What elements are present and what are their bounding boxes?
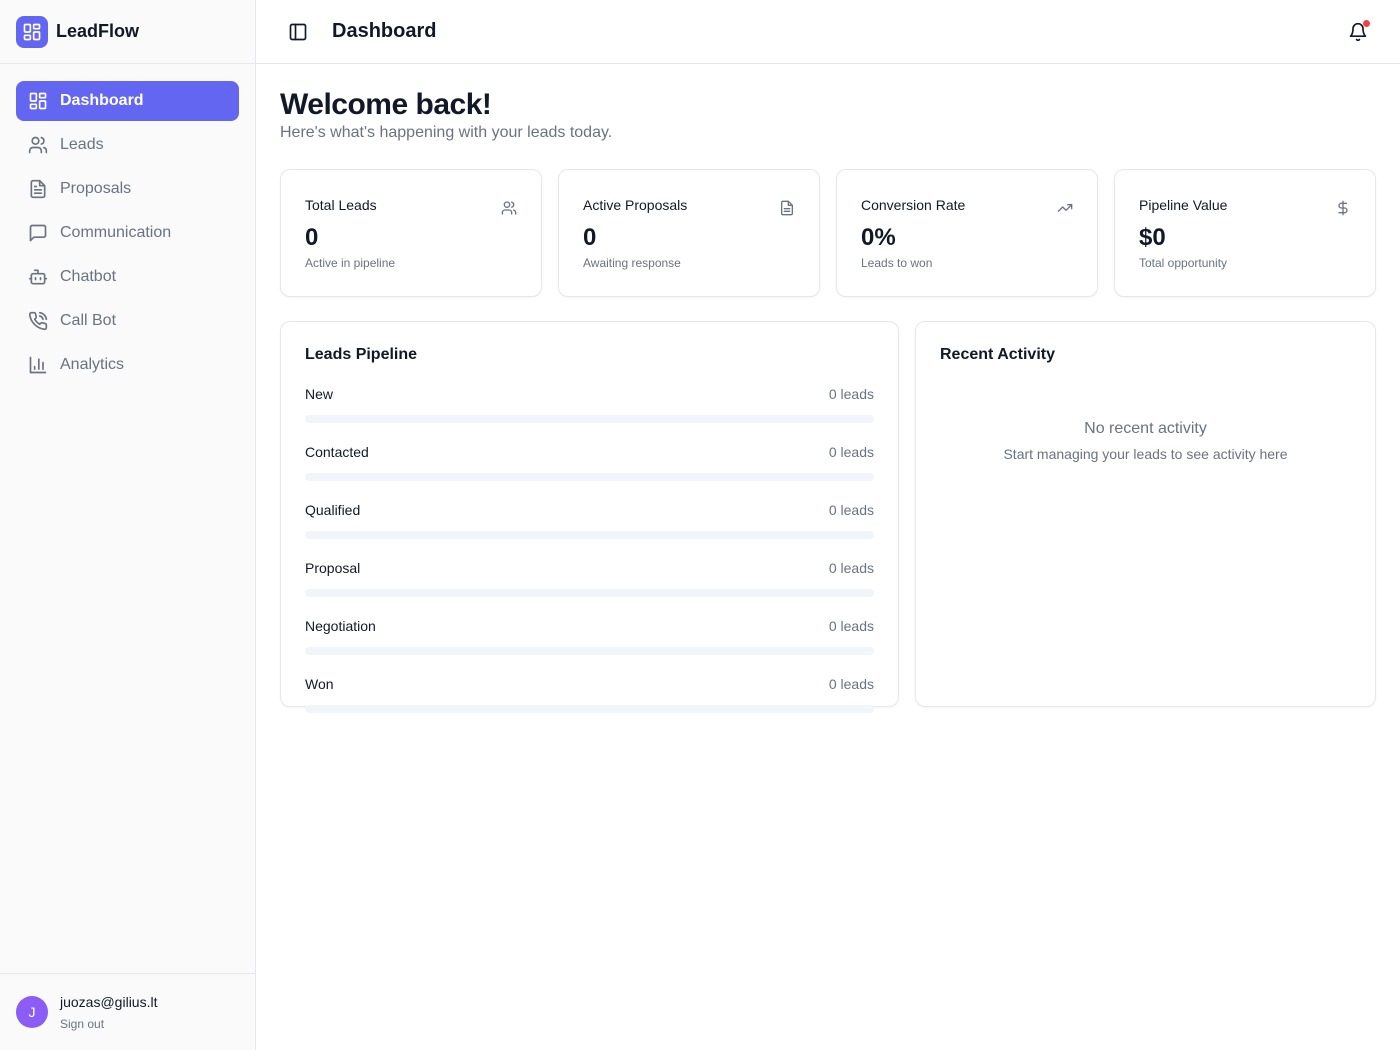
sidebar-item-leads[interactable]: Leads [16, 125, 239, 165]
stage-count: 0 leads [828, 502, 874, 518]
stage-name: Negotiation [305, 618, 376, 634]
stage-progress-track [305, 705, 874, 713]
stat-subtitle: Active in pipeline [305, 256, 396, 270]
pipeline-stage-qualified: Qualified 0 leads [305, 501, 874, 539]
sidebar-item-call-bot[interactable]: Call Bot [16, 301, 239, 341]
stat-card-active-proposals: Active Proposals 0 Awaiting response [558, 169, 820, 297]
bell-icon[interactable] [1348, 20, 1370, 42]
message-square-icon [28, 223, 48, 243]
sidebar-item-dashboard[interactable]: Dashboard [16, 81, 239, 121]
panel-title: Leads Pipeline [305, 346, 418, 363]
sidebar-toggle-icon[interactable] [288, 22, 308, 42]
leads-pipeline-panel: Leads Pipeline New 0 leads Contacted 0 l… [280, 321, 899, 713]
stage-name: New [305, 386, 334, 402]
brand[interactable]: LeadFlow [0, 0, 255, 64]
stat-subtitle: Total opportunity [1139, 256, 1228, 270]
user-info: juozas@gilius.lt Sign out [60, 994, 157, 1031]
sidebar-item-label: Communication [60, 224, 172, 241]
sidebar-item-label: Leads [60, 136, 104, 153]
users-icon [501, 200, 517, 216]
sidebar-item-chatbot[interactable]: Chatbot [16, 257, 239, 297]
panel-title: Recent Activity [940, 346, 1055, 363]
sign-out-link[interactable]: Sign out [60, 1017, 157, 1031]
file-text-icon [28, 179, 48, 199]
stage-count: 0 leads [828, 676, 874, 692]
pipeline-stage-proposal: Proposal 0 leads [305, 559, 874, 597]
main-content: Welcome back! Here's what's happening wi… [280, 64, 1376, 713]
sidebar-item-label: Call Bot [60, 312, 117, 329]
stage-count: 0 leads [828, 444, 874, 460]
stat-title: Total Leads [305, 197, 377, 213]
page-title: Dashboard [332, 20, 437, 42]
sidebar-nav: Dashboard Leads Proposals Communication … [0, 64, 255, 385]
sidebar-item-label: Analytics [60, 356, 125, 373]
user-footer: J juozas@gilius.lt Sign out [0, 973, 255, 1050]
stage-name: Contacted [305, 444, 369, 460]
stage-progress-track [305, 647, 874, 655]
sidebar-item-label: Dashboard [60, 92, 144, 109]
dollar-icon [1335, 200, 1351, 216]
stat-card-total-leads: Total Leads 0 Active in pipeline [280, 169, 542, 297]
top-header: Dashboard [256, 0, 1400, 64]
sidebar: LeadFlow Dashboard Leads Proposals Commu… [0, 0, 256, 1050]
app-name: LeadFlow [56, 21, 140, 41]
stat-title: Conversion Rate [861, 197, 966, 213]
stage-name: Qualified [305, 502, 361, 518]
stage-count: 0 leads [828, 560, 874, 576]
stage-progress-track [305, 473, 874, 481]
sidebar-item-label: Chatbot [60, 268, 117, 285]
stage-name: Proposal [305, 560, 361, 576]
stat-title: Active Proposals [583, 197, 688, 213]
trending-up-icon [1057, 200, 1073, 216]
bar-chart-icon [28, 355, 48, 375]
stage-progress-track [305, 589, 874, 597]
file-text-icon [779, 200, 795, 216]
users-icon [28, 135, 48, 155]
lower-panels: Leads Pipeline New 0 leads Contacted 0 l… [280, 321, 1376, 713]
stat-value: 0% [861, 224, 896, 251]
stat-card-pipeline-value: Pipeline Value $0 Total opportunity [1114, 169, 1376, 297]
stage-progress-track [305, 531, 874, 539]
phone-call-icon [28, 311, 48, 331]
avatar[interactable]: J [16, 996, 48, 1028]
stat-value: 0 [305, 224, 319, 251]
welcome-subtitle: Here's what's happening with your leads … [280, 124, 613, 141]
sidebar-item-label: Proposals [60, 180, 132, 197]
stats-row: Total Leads 0 Active in pipeline Active … [280, 169, 1376, 297]
stat-subtitle: Awaiting response [583, 256, 681, 270]
welcome-heading: Welcome back! [280, 88, 492, 121]
empty-state-subtitle: Start managing your leads to see activit… [1003, 446, 1288, 462]
stat-card-conversion-rate: Conversion Rate 0% Leads to won [836, 169, 1098, 297]
empty-state-title: No recent activity [1084, 420, 1207, 437]
sidebar-item-proposals[interactable]: Proposals [16, 169, 239, 209]
stat-title: Pipeline Value [1139, 197, 1228, 213]
stage-count: 0 leads [828, 618, 874, 634]
pipeline-stage-won: Won 0 leads [305, 675, 874, 713]
recent-activity-panel: Recent Activity No recent activity Start… [915, 321, 1376, 707]
pipeline-stages: New 0 leads Contacted 0 leads Qualified [305, 385, 874, 713]
pipeline-stage-new: New 0 leads [305, 385, 874, 423]
stage-count: 0 leads [828, 386, 874, 402]
stat-value: 0 [583, 224, 597, 251]
pipeline-stage-negotiation: Negotiation 0 leads [305, 617, 874, 655]
sidebar-item-analytics[interactable]: Analytics [16, 345, 239, 385]
stage-progress-track [305, 415, 874, 423]
bot-icon [28, 267, 48, 287]
stat-subtitle: Leads to won [861, 256, 933, 270]
sidebar-item-communication[interactable]: Communication [16, 213, 239, 253]
dashboard-icon [28, 91, 48, 111]
notification-dot [1363, 20, 1370, 27]
empty-state: No recent activity Start managing your l… [940, 420, 1351, 462]
stage-name: Won [305, 676, 334, 692]
logo-icon [16, 15, 48, 48]
user-email: juozas@gilius.lt [60, 993, 158, 1010]
stat-value: $0 [1139, 224, 1166, 251]
pipeline-stage-contacted: Contacted 0 leads [305, 443, 874, 481]
